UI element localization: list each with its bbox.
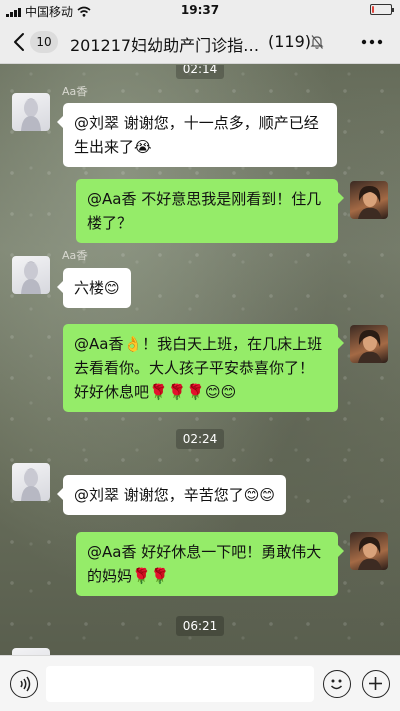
message-text: @刘翠 谢谢您，十一点多，顺产已经生出来了 bbox=[74, 114, 319, 156]
message-list[interactable]: 02:14 Aa香 @刘翠 谢谢您，十一点多，顺产已经生出来了😭 @Aa香 不好… bbox=[0, 65, 400, 655]
chat-header: 10 201217妇幼助产门诊指… (119) bbox=[0, 20, 400, 64]
avatar[interactable] bbox=[12, 648, 50, 655]
message-bubble[interactable]: @Aa香 不好意思我是刚看到！住几楼了？ bbox=[76, 179, 344, 243]
time-stamp: 02:14 bbox=[0, 65, 400, 79]
voice-waves bbox=[20, 676, 31, 692]
battery-level bbox=[372, 6, 374, 13]
avatar-illustration bbox=[21, 468, 41, 501]
smile-icon[interactable] bbox=[323, 670, 351, 698]
avatar[interactable] bbox=[350, 532, 388, 570]
plus-sign bbox=[369, 677, 382, 690]
ellipsis-icon[interactable] bbox=[360, 39, 384, 45]
message-emoji: 😊 bbox=[104, 279, 120, 297]
message-mention: @Aa香 bbox=[74, 335, 124, 353]
message-bubble[interactable]: @Aa香👌！我白天上班，在几床上班去看看你。大人孩子平安恭喜你了！好好休息吧🌹🌹… bbox=[63, 324, 344, 412]
time-stamp-label: 02:24 bbox=[175, 429, 225, 449]
message-text: @Aa香 好好休息一下吧！勇敢伟大的妈妈 bbox=[87, 543, 322, 585]
avatar-photo bbox=[358, 185, 382, 219]
message-text: 六楼 bbox=[74, 279, 105, 297]
sender-name: Aa香 bbox=[62, 249, 88, 262]
avatar[interactable] bbox=[350, 181, 388, 219]
status-bar: 中国移动 19:37 bbox=[0, 0, 400, 20]
chevron-left-icon[interactable] bbox=[10, 31, 30, 53]
time-stamp: 02:24 bbox=[0, 428, 400, 449]
input-bar bbox=[0, 655, 400, 711]
time-stamp: 06:21 bbox=[0, 615, 400, 636]
message-bubble[interactable]: 六楼😊 bbox=[57, 268, 131, 308]
message-emoji: 👌 bbox=[123, 335, 143, 353]
time-stamp-label: 06:21 bbox=[175, 616, 225, 636]
message-emoji: 😊😊 bbox=[243, 486, 276, 504]
plus-icon[interactable] bbox=[362, 670, 390, 698]
voice-icon[interactable] bbox=[10, 670, 38, 698]
avatar-illustration bbox=[21, 98, 41, 131]
message-bubble[interactable]: @Aa香 好好休息一下吧！勇敢伟大的妈妈🌹🌹 bbox=[76, 532, 344, 596]
message-emoji: 🌹🌹🌹😊😊 bbox=[149, 383, 237, 401]
message-emoji: 😭 bbox=[134, 138, 152, 156]
avatar-photo bbox=[358, 536, 382, 570]
unread-badge[interactable]: 10 bbox=[30, 31, 58, 53]
message-bubble[interactable]: @刘翠 谢谢您，十一点多，顺产已经生出来了😭 bbox=[57, 103, 337, 167]
time-stamp-label: 02:14 bbox=[175, 65, 225, 79]
bell-off-icon bbox=[310, 35, 324, 49]
sender-name: Aa香 bbox=[62, 85, 88, 98]
avatar-illustration bbox=[21, 261, 41, 294]
message-input[interactable] bbox=[46, 666, 314, 702]
avatar[interactable] bbox=[350, 325, 388, 363]
status-time: 19:37 bbox=[180, 3, 220, 17]
smile-face bbox=[330, 679, 343, 690]
avatar[interactable] bbox=[12, 256, 50, 294]
battery-icon bbox=[370, 4, 394, 15]
message-emoji: 🌹🌹 bbox=[132, 567, 170, 585]
status-right bbox=[370, 4, 394, 15]
message-text: @Aa香 不好意思我是刚看到！住几楼了？ bbox=[87, 190, 322, 232]
member-count: (119) bbox=[268, 32, 312, 51]
message-text: @刘翠 谢谢您，辛苦您了 bbox=[74, 486, 244, 504]
message-bubble[interactable]: @刘翠 谢谢您，辛苦您了😊😊 bbox=[56, 475, 287, 515]
avatar-photo bbox=[358, 329, 382, 363]
avatar[interactable] bbox=[12, 93, 50, 131]
avatar[interactable] bbox=[12, 463, 50, 501]
